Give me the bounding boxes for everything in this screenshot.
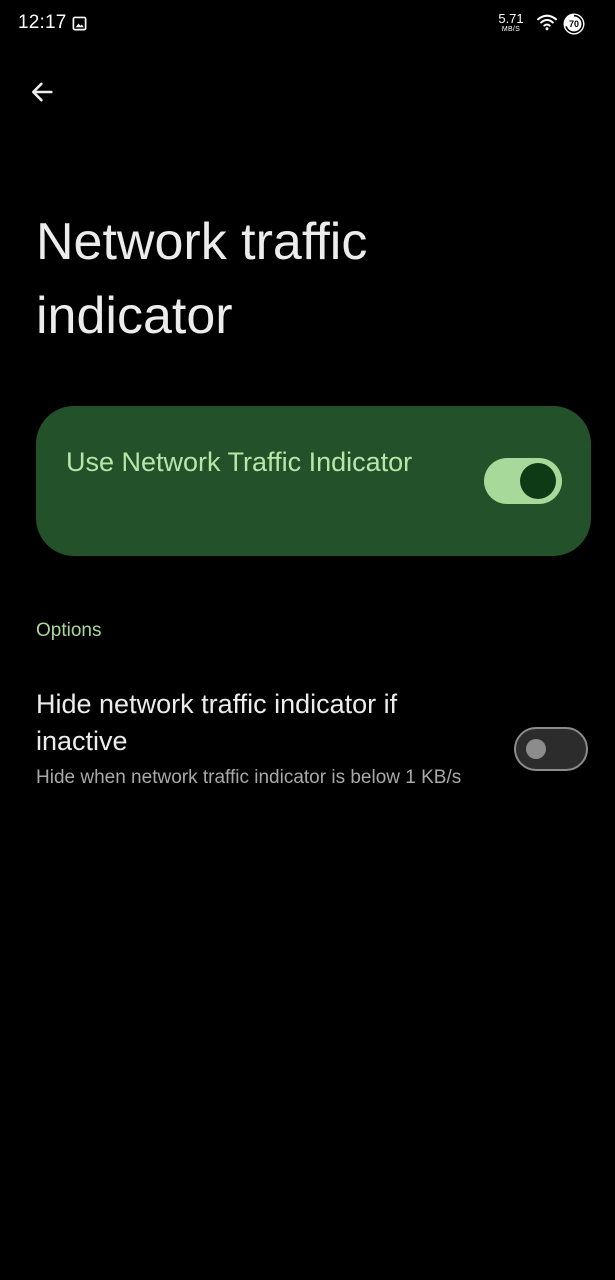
hide-inactive-toggle-switch[interactable] [514, 727, 588, 771]
hide-inactive-toggle-switch-thumb [526, 739, 546, 759]
wifi-icon [537, 14, 557, 31]
hide-inactive-option-summary: Hide when network traffic indicator is b… [36, 767, 462, 788]
hide-inactive-option-row[interactable]: Hide network traffic indicator if inacti… [0, 672, 615, 832]
battery-level: 70 [568, 19, 579, 29]
image-notification-icon [72, 16, 87, 31]
main-toggle-label: Use Network Traffic Indicator [66, 447, 413, 477]
network-speed-indicator: 5.71 MB/S [496, 12, 526, 33]
network-speed-value: 5.71 [498, 11, 524, 26]
back-button[interactable] [18, 68, 66, 116]
arrow-back-icon [31, 82, 53, 102]
status-time: 12:17 [18, 12, 67, 33]
main-toggle-switch-thumb [520, 463, 556, 499]
main-toggle-card[interactable]: Use Network Traffic Indicator [36, 406, 591, 556]
options-section-header: Options [36, 620, 102, 641]
page-title: Network traffic indicator [36, 213, 368, 345]
main-toggle-switch[interactable] [484, 458, 562, 504]
network-speed-unit: MB/S [501, 26, 521, 33]
hide-inactive-option-title: Hide network traffic indicator if inacti… [36, 689, 398, 756]
status-bar: 12:17 5.71 MB/S 70 [0, 0, 615, 48]
